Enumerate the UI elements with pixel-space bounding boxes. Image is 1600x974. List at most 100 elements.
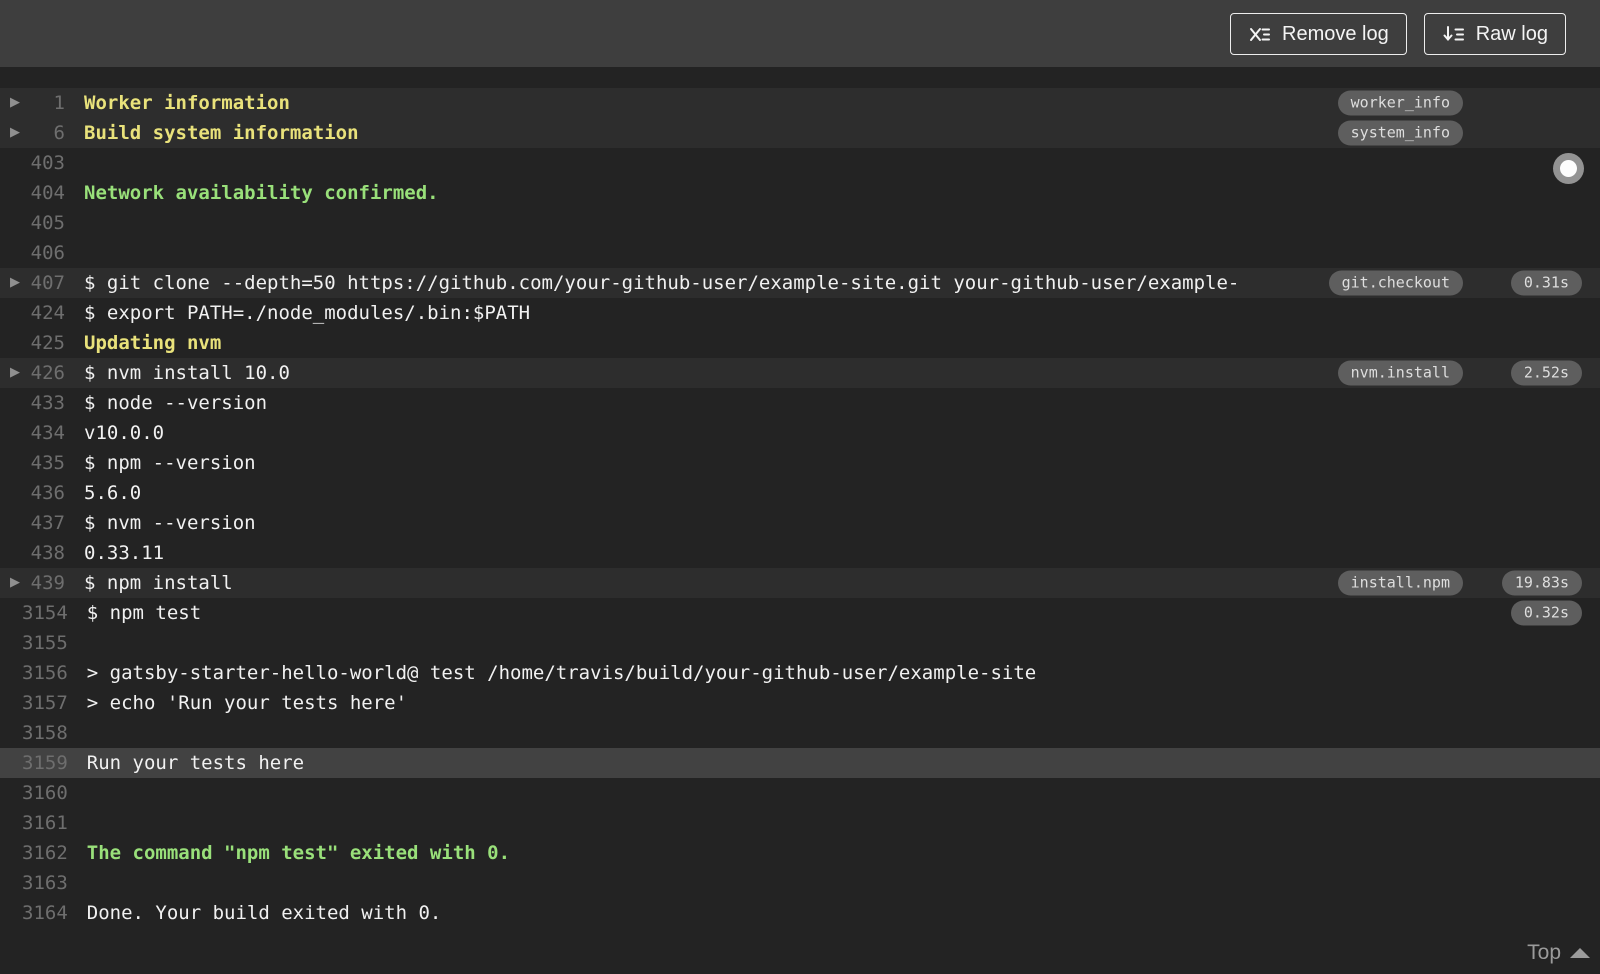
line-text: Run your tests here (86, 752, 305, 774)
line-text: > echo 'Run your tests here' (86, 692, 408, 714)
line-text: 0.33.11 (84, 542, 165, 564)
line-number[interactable]: 405 (22, 212, 65, 234)
remove-log-label: Remove log (1282, 22, 1389, 45)
line-text: $ npm --version (84, 452, 256, 474)
line-number[interactable]: 3163 (22, 872, 68, 894)
log-line-3156: 3156 > gatsby-starter-hello-world@ test /… (0, 658, 1600, 688)
line-number[interactable]: 404 (22, 182, 65, 204)
stage-tag-badge: git.checkout (1328, 270, 1463, 296)
line-text: > gatsby-starter-hello-world@ test /home… (86, 662, 1037, 684)
line-number[interactable]: 437 (22, 512, 65, 534)
fold-arrow-icon[interactable]: ▶ (0, 88, 22, 118)
log-line-3160: 3160 (0, 778, 1600, 808)
log-line-439[interactable]: ▶ 439 $ npm install install.npm 19.83s (0, 568, 1600, 598)
duration-badge: 0.31s (1510, 270, 1582, 296)
duration-badge: 0.32s (1510, 600, 1582, 626)
line-number[interactable]: 426 (22, 362, 65, 384)
duration-badge: 2.52s (1510, 360, 1582, 386)
line-text: $ nvm --version (84, 512, 256, 534)
log-line-433: 433 $ node --version (0, 388, 1600, 418)
line-number[interactable]: 3158 (22, 722, 68, 744)
follow-log-dot-icon (1560, 160, 1577, 177)
line-number[interactable]: 406 (22, 242, 65, 264)
log-line-425: 425 Updating nvm (0, 328, 1600, 358)
log-line-407[interactable]: ▶ 407 $ git clone --depth=50 https://githu… (0, 268, 1600, 298)
fold-arrow-icon[interactable]: ▶ (0, 268, 22, 298)
fold-arrow-icon[interactable]: ▶ (0, 358, 22, 388)
line-text: Updating nvm (84, 332, 222, 354)
log-line-3161: 3161 (0, 808, 1600, 838)
log-line-437: 437 $ nvm --version (0, 508, 1600, 538)
line-number[interactable]: 1 (22, 92, 65, 114)
log-line-404: 404 Network availability confirmed. (0, 178, 1600, 208)
remove-log-button[interactable]: Remove log (1230, 13, 1407, 55)
log-line-3159: 3159 Run your tests here (0, 748, 1600, 778)
line-number[interactable]: 403 (22, 152, 65, 174)
line-number[interactable]: 3159 (22, 752, 68, 774)
remove-log-icon (1248, 23, 1271, 46)
log-line-406: 406 (0, 238, 1600, 268)
log-line-435: 435 $ npm --version (0, 448, 1600, 478)
line-text: 5.6.0 (84, 482, 142, 504)
log-line-6[interactable]: ▶ 6 Build system information system_info (0, 118, 1600, 148)
line-number[interactable]: 424 (22, 302, 65, 324)
log-line-434: 434 v10.0.0 (0, 418, 1600, 448)
log-line-3164: 3164 Done. Your build exited with 0. (0, 898, 1600, 928)
follow-log-toggle[interactable] (1553, 153, 1584, 184)
log-line-405: 405 (0, 208, 1600, 238)
log-line-426[interactable]: ▶ 426 $ nvm install 10.0 nvm.install 2.52s (0, 358, 1600, 388)
stage-tag-badge: system_info (1337, 120, 1463, 146)
line-number[interactable]: 3157 (22, 692, 68, 714)
arrow-up-icon (1570, 948, 1590, 958)
line-number[interactable]: 436 (22, 482, 65, 504)
line-number[interactable]: 425 (22, 332, 65, 354)
log-line-436: 436 5.6.0 (0, 478, 1600, 508)
top-link[interactable]: Top (1527, 941, 1590, 965)
line-text: $ npm test (86, 602, 202, 624)
line-number[interactable]: 3162 (22, 842, 68, 864)
log-line-3163: 3163 (0, 868, 1600, 898)
line-text: v10.0.0 (84, 422, 165, 444)
raw-log-label: Raw log (1475, 22, 1548, 45)
line-number[interactable]: 439 (22, 572, 65, 594)
log-toolbar: Remove log Raw log (0, 0, 1600, 67)
log-line-3157: 3157 > echo 'Run your tests here' (0, 688, 1600, 718)
line-text: $ node --version (84, 392, 268, 414)
line-number[interactable]: 6 (22, 122, 65, 144)
line-number[interactable]: 3156 (22, 662, 68, 684)
line-number[interactable]: 438 (22, 542, 65, 564)
toolbar-button-group: Remove log Raw log (1230, 13, 1566, 55)
log-line-424: 424 $ export PATH=./node_modules/.bin:$PA… (0, 298, 1600, 328)
top-link-label: Top (1527, 941, 1561, 964)
log-line-3154: 3154 $ npm test 0.32s (0, 598, 1600, 628)
stage-tag-badge: worker_info (1337, 90, 1463, 116)
log-line-1[interactable]: ▶ 1 Worker information worker_info (0, 88, 1600, 118)
raw-log-button[interactable]: Raw log (1423, 13, 1566, 55)
log-lines: ▶ 1 Worker information worker_info ▶ 6 Build s… (0, 88, 1600, 928)
line-text: Network availability confirmed. (84, 182, 439, 204)
log-line-3162: 3162 The command "npm test" exited with 0… (0, 838, 1600, 868)
stage-tag-badge: install.npm (1337, 570, 1463, 596)
line-number[interactable]: 435 (22, 452, 65, 474)
line-text: $ export PATH=./node_modules/.bin:$PATH (84, 302, 531, 324)
line-text: The command "npm test" exited with 0. (86, 842, 511, 864)
line-text: Done. Your build exited with 0. (86, 902, 442, 924)
log-line-3155: 3155 (0, 628, 1600, 658)
raw-log-icon (1442, 23, 1465, 46)
line-number[interactable]: 3154 (22, 602, 68, 624)
line-number[interactable]: 3161 (22, 812, 68, 834)
line-number[interactable]: 407 (22, 272, 65, 294)
line-number[interactable]: 433 (22, 392, 65, 414)
log-line-438: 438 0.33.11 (0, 538, 1600, 568)
log-line-403: 403 (0, 148, 1600, 178)
duration-badge: 19.83s (1501, 570, 1582, 596)
stage-tag-badge: nvm.install (1337, 360, 1463, 386)
line-number[interactable]: 3155 (22, 632, 68, 654)
line-number[interactable]: 3160 (22, 782, 68, 804)
log-area: ▶ 1 Worker information worker_info ▶ 6 Build s… (0, 67, 1600, 974)
log-line-3158: 3158 (0, 718, 1600, 748)
line-number[interactable]: 3164 (22, 902, 68, 924)
line-number[interactable]: 434 (22, 422, 65, 444)
fold-arrow-icon[interactable]: ▶ (0, 568, 22, 598)
fold-arrow-icon[interactable]: ▶ (0, 118, 22, 148)
